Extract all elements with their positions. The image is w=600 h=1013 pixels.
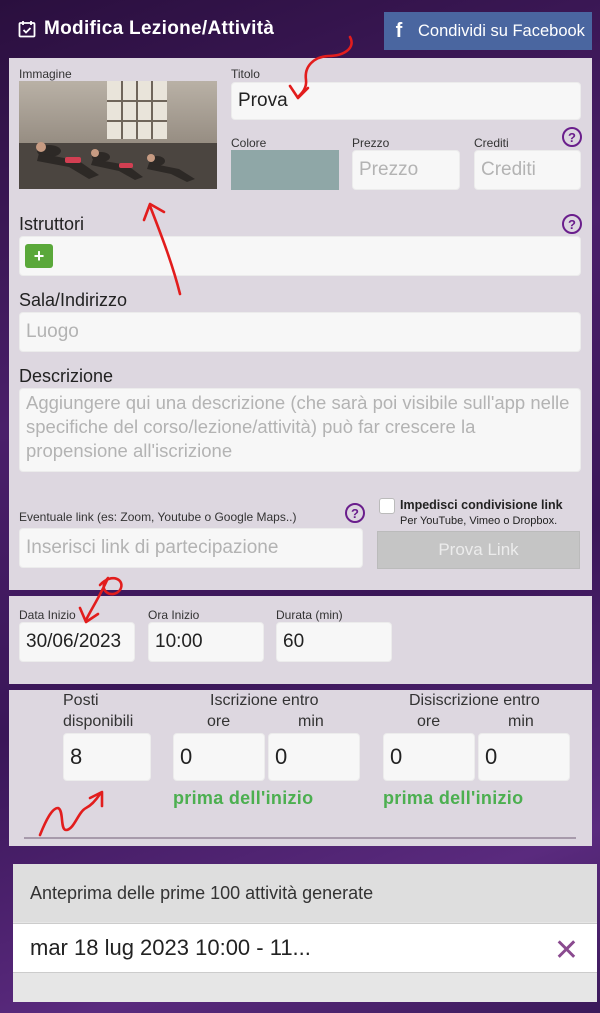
seats-input[interactable]: 8 (63, 733, 151, 781)
color-swatch[interactable] (231, 150, 339, 190)
block-share-label: Impedisci condivisione link (400, 498, 563, 512)
instructors-label: Istruttori (19, 214, 85, 234)
signup-min-label: min (298, 713, 324, 730)
link-label: Eventuale link (es: Zoom, Youtube o Goog… (19, 510, 297, 524)
fitness-class-photo (19, 81, 217, 189)
signup-hours-input[interactable]: 0 (173, 733, 265, 781)
credits-input[interactable]: Crediti (474, 150, 581, 190)
plus-icon: + (33, 245, 45, 266)
cancel-min-label: min (508, 713, 534, 730)
calendar-check-icon (18, 20, 36, 38)
signup-title: Iscrizione entro (210, 692, 319, 709)
preview-panel: Anteprima delle prime 100 attività gener… (13, 864, 597, 1002)
cancel-min-input[interactable]: 0 (478, 733, 570, 781)
share-facebook-label: Condividi su Facebook (418, 21, 585, 40)
page-header: Modifica Lezione/Attività f Condividi su… (0, 0, 600, 58)
cancel-hours-label: ore (417, 713, 441, 730)
seats-label-line1: Posti (63, 692, 99, 709)
duration-label: Durata (min) (276, 608, 343, 622)
title-label: Titolo (231, 67, 260, 81)
test-link-button[interactable]: Prova Link (377, 531, 580, 569)
start-date-input[interactable]: 30/06/2023 (19, 622, 135, 662)
signup-hours-label: ore (207, 713, 231, 730)
booking-panel: Posti disponibili 8 Iscrizione entro ore… (9, 690, 592, 846)
facebook-icon: f (395, 19, 403, 42)
page-title-text: Modifica Lezione/Attività (44, 18, 275, 39)
block-share-checkbox[interactable] (379, 498, 395, 514)
block-share-sublabel: Per YouTube, Vimeo o Dropbox. (400, 515, 558, 527)
color-label: Colore (231, 136, 267, 150)
signup-min-input[interactable]: 0 (268, 733, 360, 781)
cancel-hours-input[interactable]: 0 (383, 733, 475, 781)
start-date-label: Data Inizio (19, 608, 76, 622)
close-icon[interactable]: ✕ (554, 933, 579, 968)
activity-image[interactable] (19, 81, 217, 189)
share-facebook-button[interactable]: f Condividi su Facebook (384, 12, 592, 50)
price-input[interactable]: Prezzo (352, 150, 460, 190)
start-time-input[interactable]: 10:00 (148, 622, 264, 662)
room-label: Sala/Indirizzo (19, 290, 128, 310)
instructors-help-icon[interactable]: ? (562, 214, 582, 234)
credits-label: Crediti (474, 136, 509, 150)
room-input[interactable]: Luogo (19, 312, 581, 352)
add-instructor-button[interactable]: + (25, 244, 53, 268)
cancel-title: Disiscrizione entro (409, 692, 540, 709)
divider (24, 837, 576, 839)
link-input[interactable]: Inserisci link di partecipazione (19, 528, 363, 568)
main-form-panel: Immagine Titolo Prova Colore Prezzo Prez… (9, 58, 592, 590)
description-label: Descrizione (19, 366, 114, 386)
link-help-icon[interactable]: ? (345, 503, 365, 523)
image-label: Immagine (19, 67, 72, 81)
preview-header: Anteprima delle prime 100 attività gener… (13, 864, 597, 922)
signup-note: prima dell'inizio (173, 788, 314, 808)
start-time-label: Ora Inizio (148, 608, 200, 622)
preview-row[interactable]: mar 18 lug 2023 10:00 - 11... ✕ (13, 923, 597, 973)
duration-input[interactable]: 60 (276, 622, 392, 662)
description-textarea[interactable]: Aggiungere qui una descrizione (che sarà… (19, 388, 581, 472)
schedule-panel: Data Inizio 30/06/2023 Ora Inizio 10:00 … (9, 596, 592, 684)
title-input[interactable]: Prova (231, 82, 581, 120)
cancel-note: prima dell'inizio (383, 788, 524, 808)
instructors-field (19, 236, 581, 276)
seats-label-line2: disponibili (63, 713, 134, 730)
preview-row-text: mar 18 lug 2023 10:00 - 11... (30, 935, 311, 960)
credits-help-icon[interactable]: ? (562, 127, 582, 147)
page-title: Modifica Lezione/Attività (18, 16, 274, 42)
price-label: Prezzo (352, 136, 390, 150)
